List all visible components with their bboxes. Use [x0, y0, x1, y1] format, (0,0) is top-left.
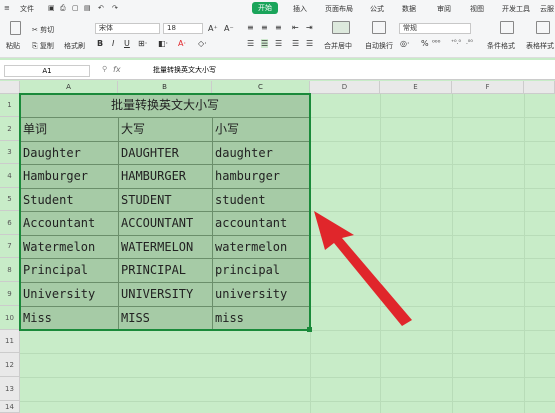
- arrow-shape: [314, 211, 412, 326]
- annotation-arrow: [314, 211, 412, 326]
